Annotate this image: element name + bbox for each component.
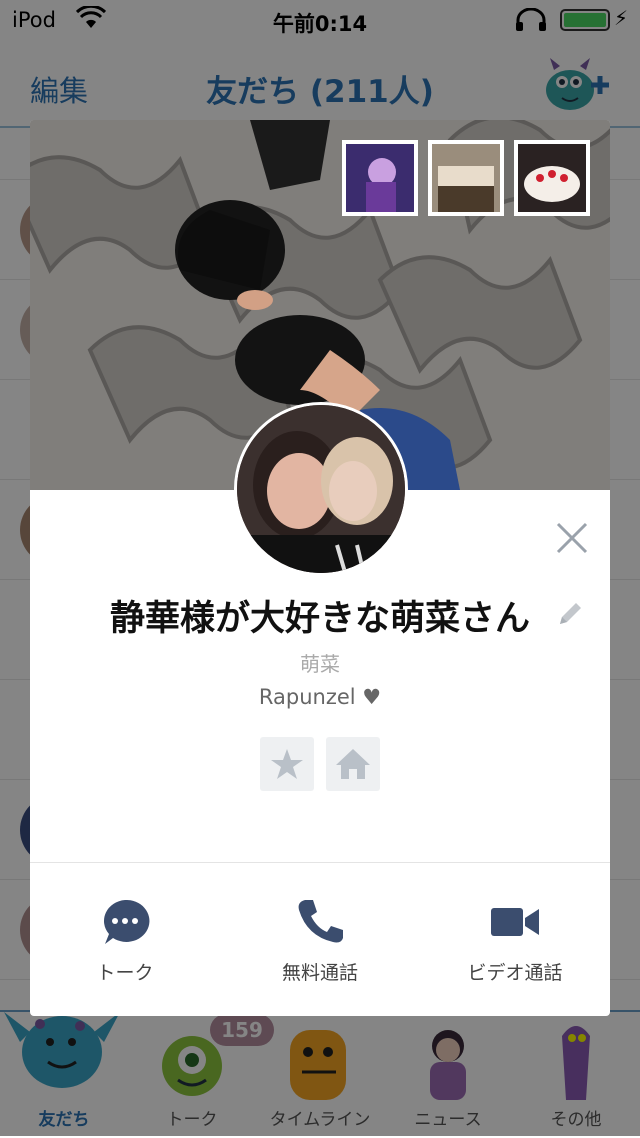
profile-popup: 静華様が大好きな萌菜さん 萌菜 Rapunzel ♥ トーク 無料通話 ビデオ通…	[30, 120, 610, 1016]
video-call-label: ビデオ通話	[467, 962, 563, 984]
close-icon[interactable]	[552, 518, 592, 558]
pencil-icon[interactable]	[554, 598, 586, 630]
home-icon	[336, 749, 370, 779]
talk-label: トーク	[96, 962, 154, 984]
chat-bubble-icon	[103, 899, 150, 944]
profile-original-name: 萌菜	[300, 652, 340, 676]
video-camera-icon	[491, 908, 539, 936]
cover-thumbnail[interactable]	[428, 140, 504, 216]
profile-status-message: Rapunzel ♥	[258, 685, 382, 709]
free-call-label: 無料通話	[281, 962, 358, 984]
profile-avatar[interactable]	[234, 402, 408, 576]
divider	[30, 862, 610, 863]
video-call-button[interactable]: ビデオ通話	[435, 890, 595, 990]
profile-display-name: 静華様が大好きな萌菜さん	[109, 599, 530, 639]
favorite-button[interactable]	[260, 737, 314, 791]
phone-icon	[298, 900, 343, 943]
star-icon	[271, 749, 303, 779]
home-button[interactable]	[326, 737, 380, 791]
profile-name-row: 静華様が大好きな萌菜さん	[30, 590, 610, 641]
free-call-button[interactable]: 無料通話	[240, 890, 400, 990]
cover-thumbnail[interactable]	[514, 140, 590, 216]
talk-button[interactable]: トーク	[45, 890, 205, 990]
cover-thumbnail[interactable]	[342, 140, 418, 216]
